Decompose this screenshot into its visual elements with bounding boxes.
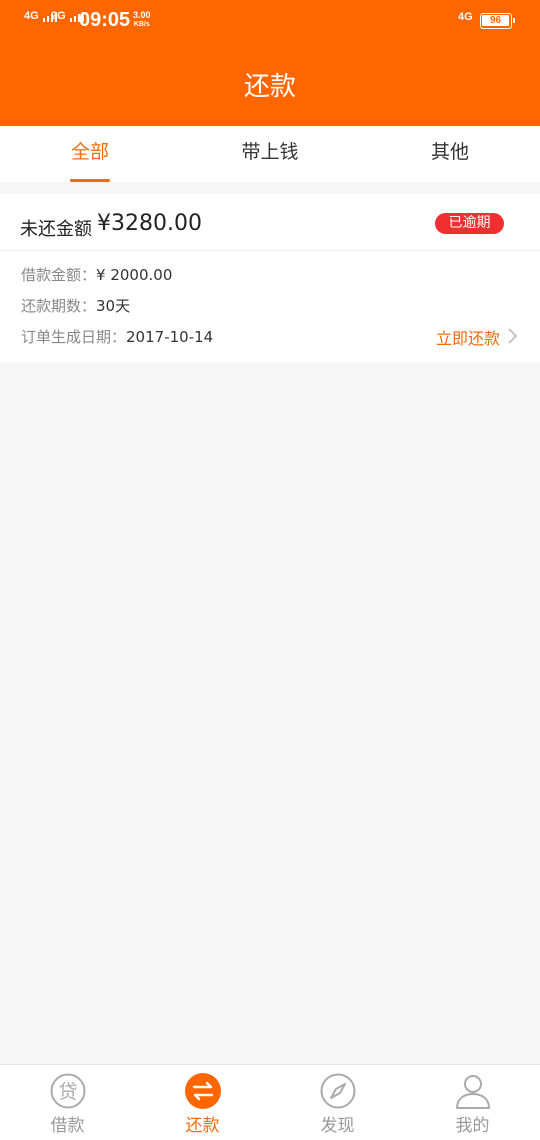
- network-speed: 3.00 KB/s: [133, 10, 151, 29]
- nav-repay[interactable]: 还款: [135, 1065, 270, 1140]
- page-title: 还款: [243, 72, 296, 102]
- user-icon: [456, 1075, 490, 1109]
- unpaid-amount-value: ¥3280.00: [97, 211, 202, 236]
- loan-amount-row: 借款金额：¥ 2000.00: [21, 266, 173, 284]
- battery-icon: 96: [480, 13, 515, 29]
- bottom-nav: 贷 借款 还款 发现 我的: [0, 1064, 540, 1140]
- nav-discover[interactable]: 发现: [270, 1065, 405, 1140]
- repay-now-link[interactable]: 立即还款: [436, 325, 500, 349]
- repay-exchange-icon: [185, 1073, 221, 1109]
- filter-tabs: 全部 带上钱 其他: [0, 126, 540, 182]
- nav-loan[interactable]: 贷 借款: [0, 1065, 135, 1140]
- tab-all[interactable]: 全部: [0, 126, 180, 182]
- compass-icon: [320, 1073, 356, 1109]
- unpaid-amount-label: 未还金额: [20, 219, 92, 240]
- overdue-badge: 已逾期: [435, 213, 504, 234]
- network-indicator: 4G: [458, 11, 473, 23]
- app-header: 4G 2G 09:05 3.00 KB/s 4G 96 还款: [0, 0, 540, 126]
- loan-card[interactable]: 未还金额 ¥3280.00 已逾期 借款金额：¥ 2000.00 还款期数：30…: [0, 194, 540, 362]
- chevron-right-icon[interactable]: [504, 326, 520, 346]
- order-date-row: 订单生成日期：2017-10-14: [21, 328, 214, 346]
- tab-active-indicator: [70, 179, 110, 182]
- tab-daishangqian[interactable]: 带上钱: [180, 126, 360, 182]
- loan-icon: 贷: [50, 1073, 86, 1109]
- status-time: 09:05: [79, 9, 131, 31]
- nav-mine[interactable]: 我的: [405, 1065, 540, 1140]
- repay-term-row: 还款期数：30天: [21, 297, 131, 315]
- svg-text:贷: 贷: [58, 1081, 77, 1103]
- tab-other[interactable]: 其他: [360, 126, 540, 182]
- status-bar: 4G 2G 09:05 3.00 KB/s 4G 96: [0, 0, 540, 42]
- loan-card-header: 未还金额 ¥3280.00 已逾期: [0, 194, 540, 251]
